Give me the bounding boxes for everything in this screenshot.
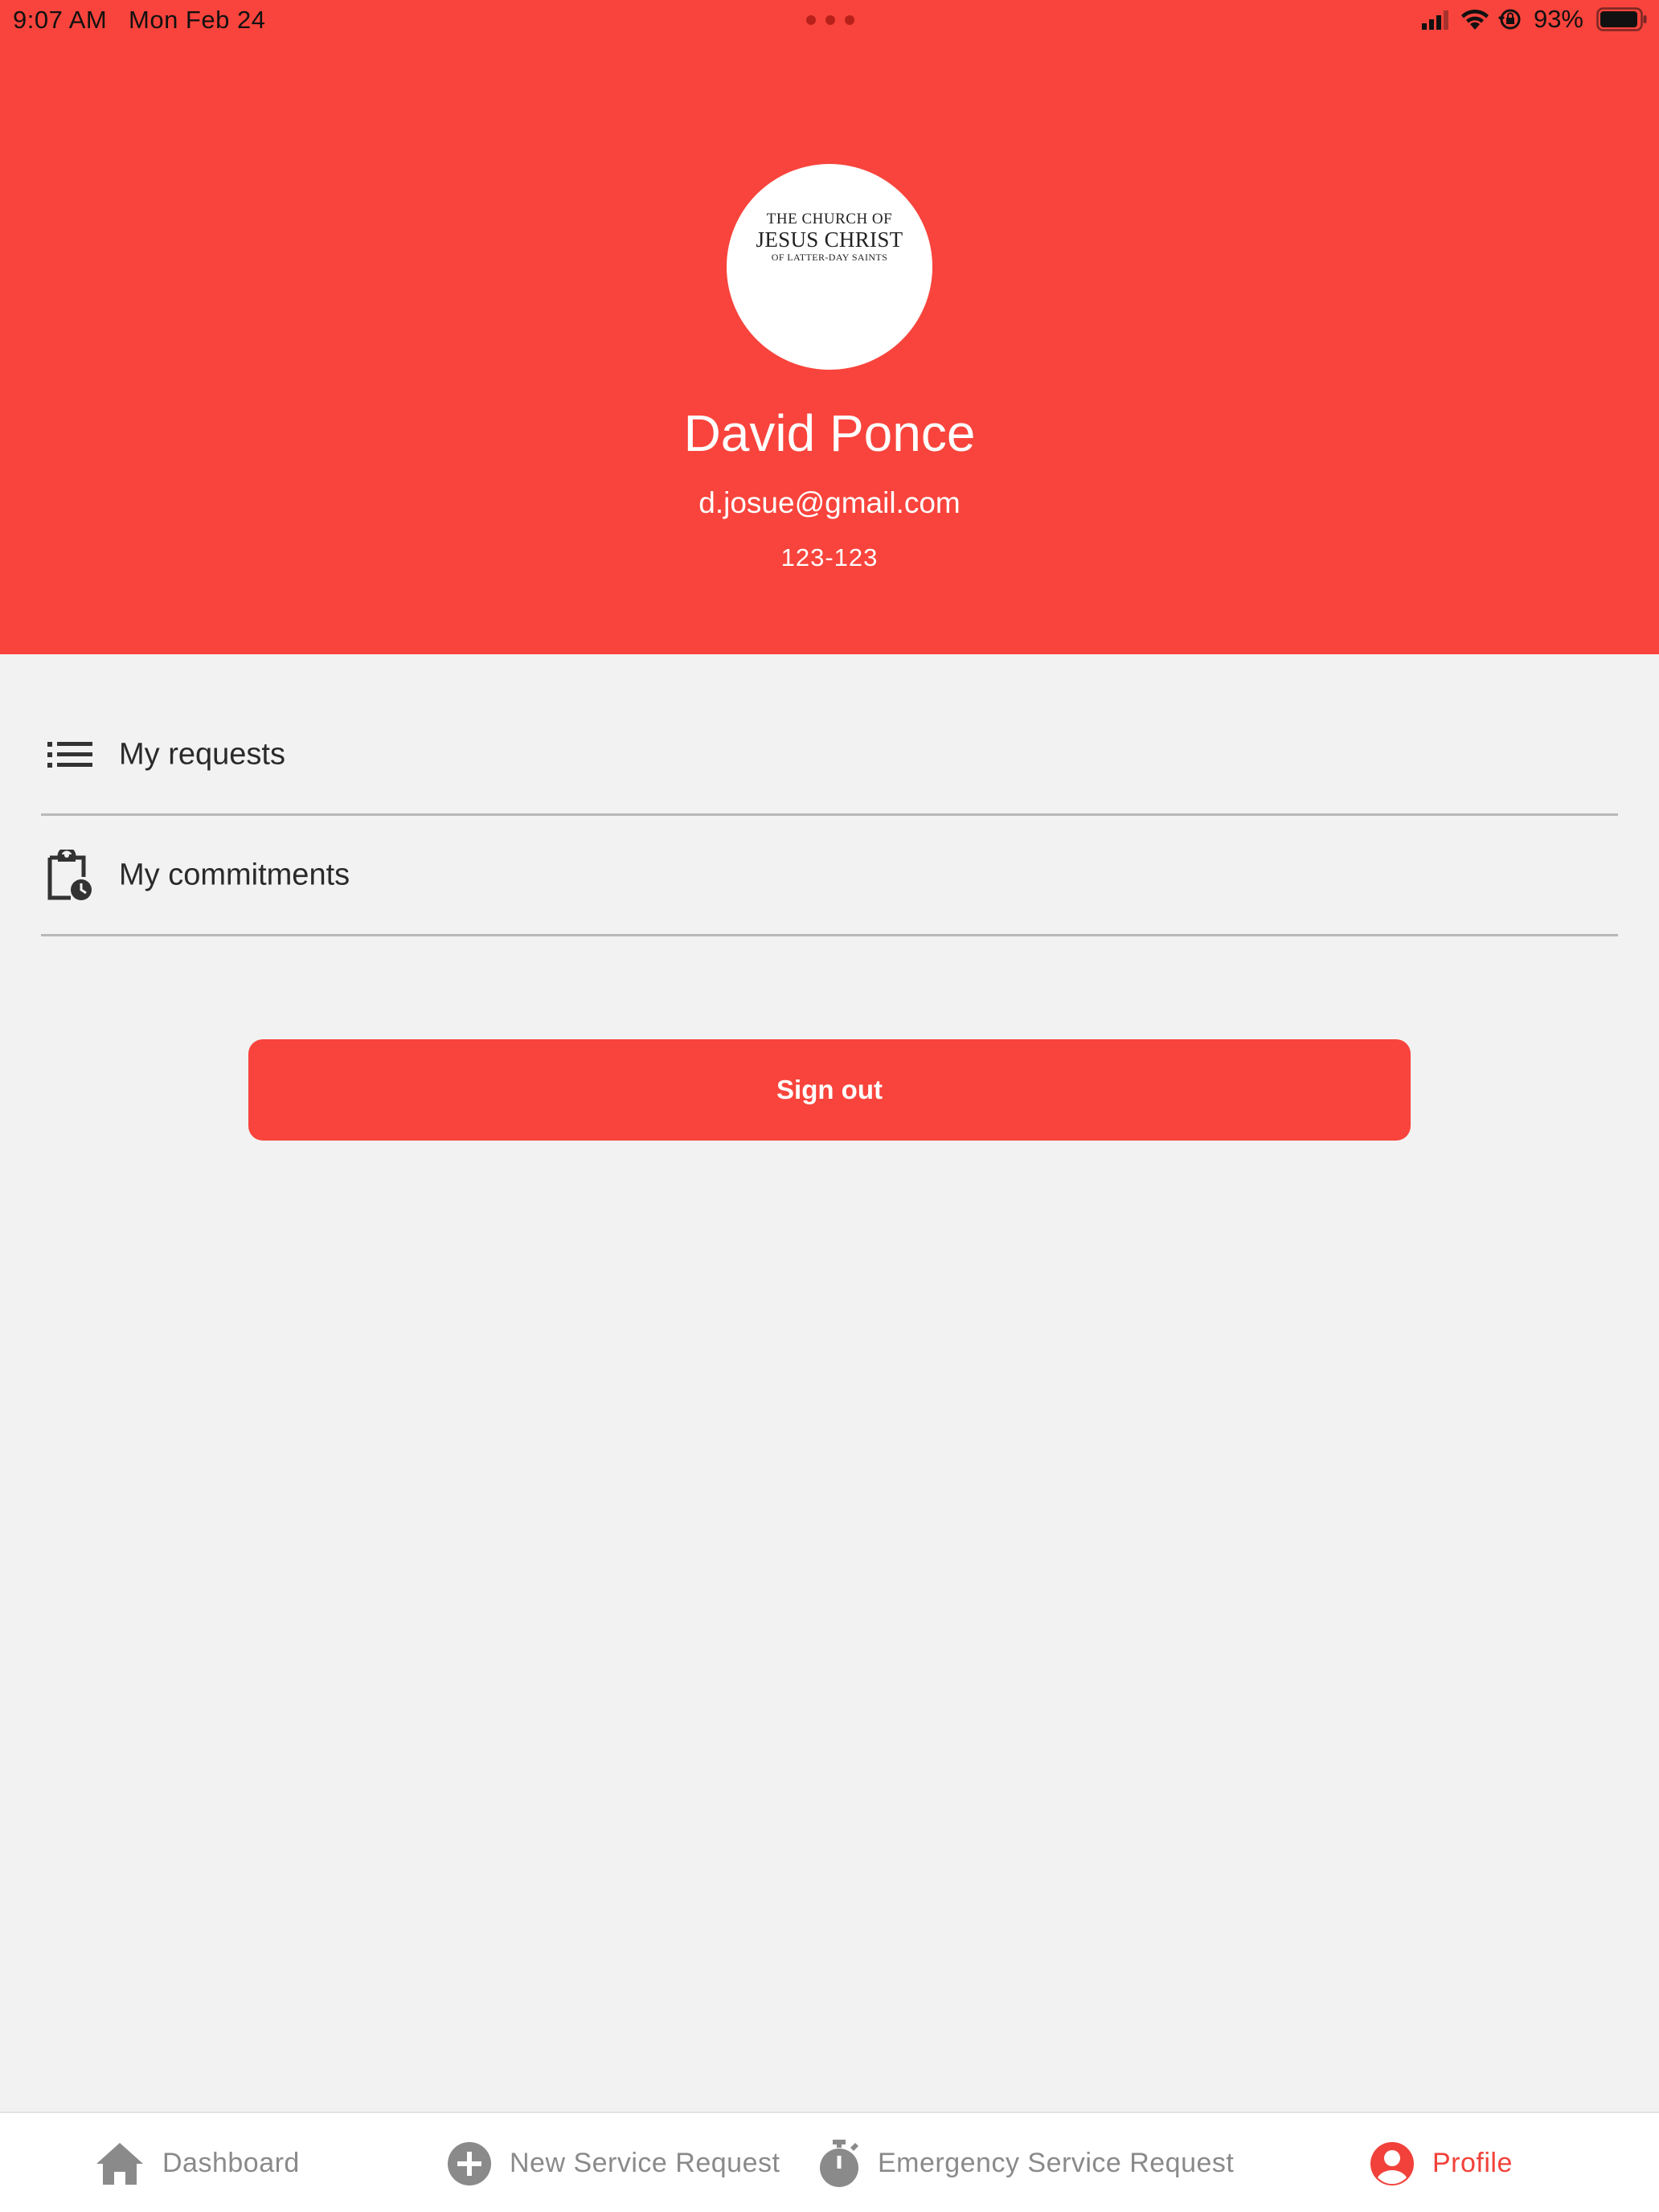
account-circle-icon	[1370, 2141, 1414, 2185]
menu-item-my-requests[interactable]: My requests	[41, 695, 1618, 816]
church-logo: THE CHURCH OF JESUS CHRIST OF LATTER-DAY…	[727, 211, 932, 264]
orientation-lock-icon	[1497, 9, 1521, 30]
stopwatch-icon	[820, 2139, 858, 2187]
avatar: THE CHURCH OF JESUS CHRIST OF LATTER-DAY…	[727, 164, 932, 370]
status-time: 9:07 AM	[13, 6, 108, 34]
tab-label: Dashboard	[162, 2148, 300, 2178]
profile-header: 9:07 AM Mon Feb 24 93% THE CHURCH OF JES…	[0, 0, 1659, 654]
tab-new-service-request[interactable]: New Service Request	[447, 2113, 780, 2212]
logo-line-1: THE CHURCH OF	[766, 211, 893, 227]
tab-label: New Service Request	[510, 2148, 780, 2178]
tab-emergency-service-request[interactable]: Emergency Service Request	[818, 2113, 1234, 2212]
user-phone: 123-123	[780, 543, 879, 571]
status-date: Mon Feb 24	[129, 6, 266, 34]
wifi-icon	[1460, 9, 1489, 30]
tab-profile[interactable]: Profile	[1370, 2113, 1513, 2212]
logo-line-2: JESUS CHRIST	[756, 227, 903, 252]
cellular-signal-icon	[1421, 10, 1448, 30]
multitasking-dots-icon[interactable]	[806, 15, 854, 25]
user-email: d.josue@gmail.com	[698, 486, 961, 519]
plus-circle-icon	[448, 2141, 491, 2185]
user-name: David Ponce	[683, 404, 976, 462]
tab-label: Profile	[1432, 2148, 1513, 2178]
home-icon	[96, 2142, 143, 2185]
clipboard-clock-icon	[46, 849, 94, 900]
menu-item-label: My requests	[119, 737, 285, 771]
battery-icon	[1596, 7, 1647, 31]
list-icon	[46, 730, 94, 780]
battery-percentage: 93%	[1533, 5, 1583, 33]
menu-item-label: My commitments	[119, 858, 350, 891]
tab-label: Emergency Service Request	[878, 2148, 1235, 2178]
tab-dashboard[interactable]: Dashboard	[95, 2113, 300, 2212]
bottom-tab-bar: Dashboard New Service Request Emergency …	[0, 2112, 1659, 2212]
sign-out-button[interactable]: Sign out	[248, 1039, 1411, 1141]
status-bar: 9:07 AM Mon Feb 24 93%	[0, 0, 1659, 40]
menu-item-my-commitments[interactable]: My commitments	[41, 816, 1618, 936]
logo-line-3: OF LATTER-DAY SAINTS	[771, 252, 888, 263]
status-indicators: 93%	[1421, 5, 1648, 34]
